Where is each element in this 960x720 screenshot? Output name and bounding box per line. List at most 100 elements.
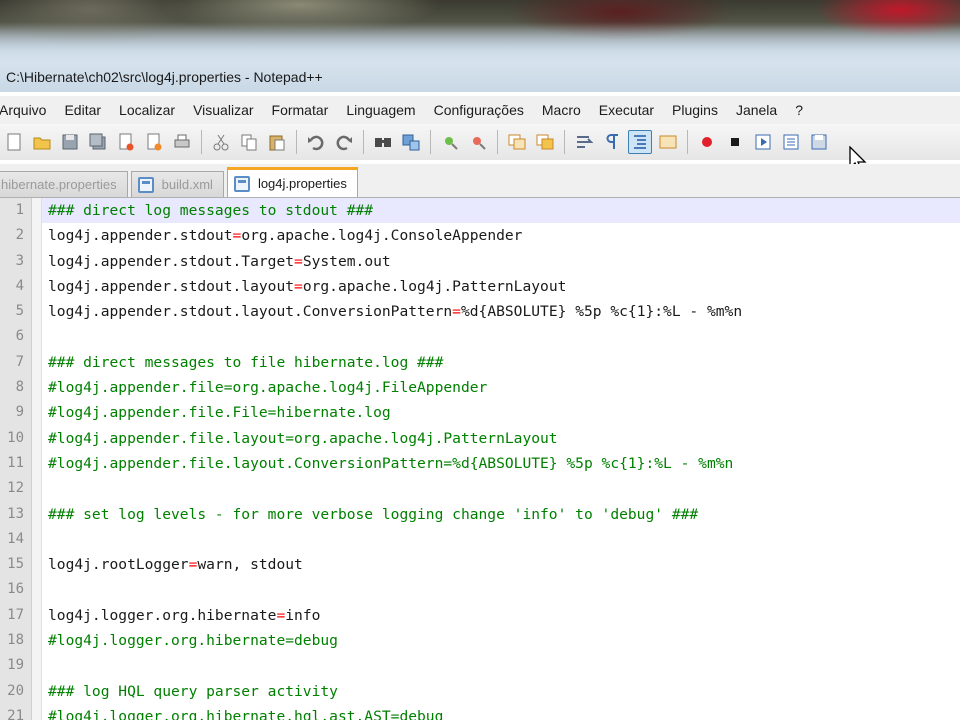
toolbar-separator [363,130,364,154]
cut-icon[interactable] [209,130,233,154]
document-tab-bar: hibernate.properties build.xml log4j.prope… [0,164,960,198]
code-line[interactable]: ### set log levels - for more verbose lo… [42,502,960,527]
property-key: log4j.appender.stdout.layout.ConversionP… [48,303,453,321]
menu-item-5[interactable]: Linguagem [337,102,424,118]
line-number: 7 [15,353,24,370]
code-line[interactable] [42,653,960,678]
zoom-in-icon[interactable] [438,130,462,154]
sync-vertical-icon[interactable] [505,130,529,154]
save-icon[interactable] [58,130,82,154]
save-all-icon[interactable] [86,130,110,154]
code-line[interactable] [42,527,960,552]
menu-item-11[interactable]: ? [786,102,812,118]
code-editor[interactable]: 1 2 3 4 5 6 7 8 9 10 11 12 13 14 15 16 17 18 19 20 21 ### di… [0,198,960,720]
property-key: log4j.appender.stdout [48,227,233,245]
assignment-operator: = [232,227,242,245]
tab-0[interactable]: hibernate.properties [0,171,128,197]
menu-item-8[interactable]: Executar [590,102,663,118]
new-file-icon[interactable] [2,130,26,154]
sync-horizontal-icon[interactable] [533,130,557,154]
toolbar [0,124,960,160]
line-number: 1 [15,202,24,218]
toolbar-separator [687,130,688,154]
assignment-operator: = [294,252,303,270]
find-icon[interactable] [371,130,395,154]
line-number: 4 [15,277,24,294]
assignment-operator: = [294,277,303,295]
open-folder-icon[interactable] [30,130,54,154]
user-defined-lang-icon[interactable] [656,130,680,154]
tab-1[interactable]: build.xml [130,171,224,197]
property-value: %d{ABSOLUTE} %5p %c{1}:%L - %m%n [460,303,743,321]
code-line[interactable]: log4j.rootLogger=warn, stdout [42,552,960,577]
code-line[interactable]: #log4j.logger.org.hibernate.hql.ast.AST=… [42,704,960,720]
replace-icon[interactable] [399,130,423,154]
code-line[interactable]: log4j.appender.stdout.layout.ConversionP… [42,299,960,324]
code-line[interactable]: log4j.appender.stdout.Target=System.out [42,249,960,274]
show-all-chars-icon[interactable] [600,130,624,154]
line-number: 2 [15,227,24,244]
property-value: info [285,606,321,624]
tab-label: log4j.properties [257,176,347,191]
undo-icon[interactable] [304,130,328,154]
comment-text: #log4j.appender.file.File=hibernate.log [48,404,391,422]
code-line[interactable]: #log4j.appender.file.File=hibernate.log [42,400,960,425]
code-line[interactable]: #log4j.appender.file=org.apache.log4j.Fi… [42,375,960,400]
code-line[interactable]: ### direct log messages to stdout ### [42,198,960,224]
comment-text: ### set log levels - for more verbose lo… [48,505,699,523]
desktop-wallpaper [0,0,960,62]
code-line[interactable]: log4j.appender.stdout=org.apache.log4j.C… [42,223,960,248]
menu-item-4[interactable]: Formatar [263,102,338,118]
tab-label: hibernate.properties [1,177,117,192]
tab-2[interactable]: log4j.properties [226,167,358,197]
code-line[interactable] [42,476,960,501]
comment-text: ### direct messages to file hibernate.lo… [48,353,444,371]
code-line[interactable] [42,324,960,349]
close-file-icon[interactable] [114,130,138,154]
line-number: 17 [7,606,24,623]
menu-item-6[interactable]: Configurações [425,102,533,118]
comment-text: #log4j.logger.org.hibernate=debug [48,632,338,650]
code-line[interactable]: log4j.logger.org.hibernate=info [42,603,960,628]
code-line[interactable]: ### direct messages to file hibernate.lo… [42,350,960,375]
record-macro-icon[interactable] [695,130,719,154]
copy-icon[interactable] [237,130,261,154]
code-line[interactable]: #log4j.appender.file.layout.ConversionPa… [42,451,960,476]
code-line[interactable] [42,577,960,602]
property-key: log4j.rootLogger [48,556,189,574]
menu-item-3[interactable]: Visualizar [184,102,262,118]
code-area[interactable]: ### direct log messages to stdout ### log… [42,198,960,720]
line-number: 18 [7,632,24,649]
line-number: 5 [15,303,24,320]
comment-text: #log4j.appender.file=org.apache.log4j.Fi… [48,379,488,397]
line-number: 10 [7,429,24,446]
redo-icon[interactable] [332,130,356,154]
comment-text: #log4j.appender.file.layout.ConversionPa… [48,454,734,472]
menu-item-1[interactable]: Editar [55,102,110,118]
save-macro-icon[interactable] [807,130,831,154]
assignment-operator: = [452,303,461,321]
comment-text: #log4j.appender.file.layout=org.apache.l… [48,429,558,447]
title-bar[interactable]: C:\Hibernate\ch02\src\log4j.properties -… [0,62,960,92]
line-number: 19 [7,657,24,674]
menu-item-10[interactable]: Janela [727,102,786,118]
code-line[interactable]: #log4j.logger.org.hibernate=debug [42,628,960,653]
stop-macro-icon[interactable] [723,130,747,154]
zoom-out-icon[interactable] [466,130,490,154]
menu-item-9[interactable]: Plugins [663,102,727,118]
code-line[interactable]: log4j.appender.stdout.layout=org.apache.… [42,274,960,299]
code-line[interactable]: ### log HQL query parser activity [42,679,960,704]
play-macro-icon[interactable] [751,130,775,154]
paste-icon[interactable] [265,130,289,154]
menu-item-7[interactable]: Macro [533,102,590,118]
menu-item-2[interactable]: Localizar [110,102,184,118]
close-all-icon[interactable] [142,130,166,154]
print-icon[interactable] [170,130,194,154]
run-macro-multiple-icon[interactable] [779,130,803,154]
menu-item-0[interactable]: Arquivo [0,102,55,118]
code-line[interactable]: #log4j.appender.file.layout=org.apache.l… [42,426,960,451]
property-value: org.apache.log4j.ConsoleAppender [241,227,523,245]
property-value: warn, stdout [197,556,303,574]
word-wrap-icon[interactable] [572,130,596,154]
indent-guide-icon[interactable] [628,130,652,154]
